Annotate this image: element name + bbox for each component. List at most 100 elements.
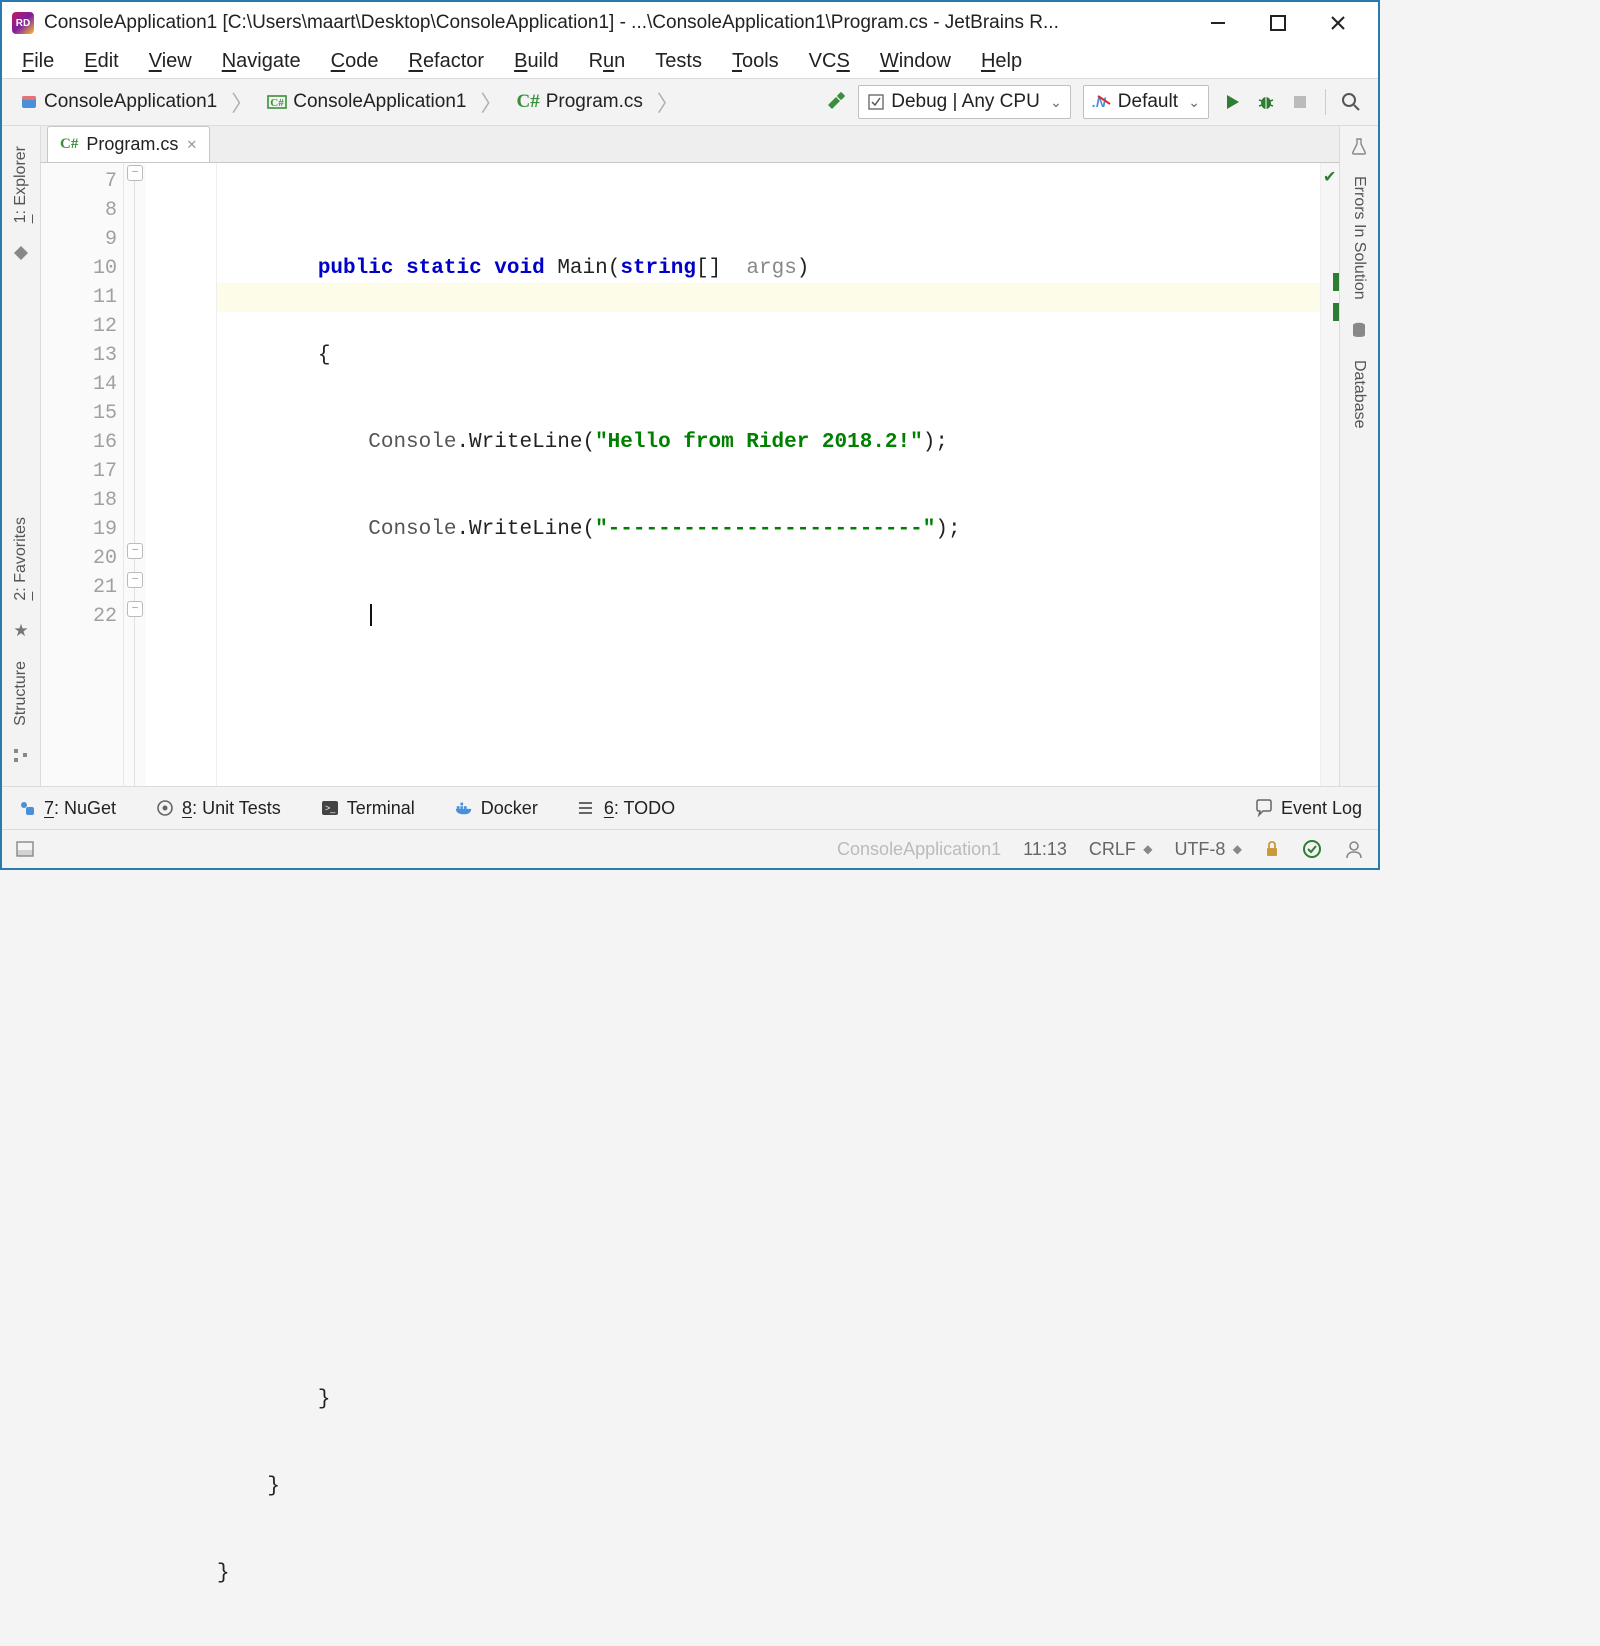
error-stripe[interactable]: ✔ xyxy=(1320,163,1339,786)
minimize-button[interactable] xyxy=(1208,13,1228,33)
run-button[interactable] xyxy=(1215,85,1249,119)
breadcrumb-solution-label: ConsoleApplication1 xyxy=(44,91,217,113)
build-button[interactable] xyxy=(818,85,852,119)
hammer-icon xyxy=(824,91,846,113)
breadcrumb-project-label: ConsoleApplication1 xyxy=(293,91,466,113)
run-target-label: Default xyxy=(1118,91,1178,113)
window-title: ConsoleApplication1 [C:\Users\maart\Desk… xyxy=(44,12,1208,34)
menu-tests[interactable]: Tests xyxy=(641,46,716,77)
menubar: File Edit View Navigate Code Refactor Bu… xyxy=(2,44,1378,79)
explorer-tool-button[interactable]: 1: Explorer xyxy=(12,136,30,233)
csharp-file-icon: C# xyxy=(60,136,78,153)
flask-icon xyxy=(1349,136,1369,156)
csharp-file-icon: C# xyxy=(517,91,540,113)
fold-toggle[interactable]: – xyxy=(127,165,143,181)
line-number: 18 xyxy=(41,486,123,515)
svg-text:C#: C# xyxy=(271,97,285,109)
explorer-icon xyxy=(11,243,31,263)
search-button[interactable] xyxy=(1334,85,1368,119)
breadcrumb-file[interactable]: C# Program.cs xyxy=(509,87,651,117)
database-icon xyxy=(1349,320,1369,340)
line-number: 10 xyxy=(41,254,123,283)
line-number: 12 xyxy=(41,312,123,341)
chevron-down-icon: ⌄ xyxy=(1188,94,1200,111)
menu-file[interactable]: File xyxy=(8,46,68,77)
stop-button[interactable] xyxy=(1283,85,1317,119)
maximize-button[interactable] xyxy=(1268,13,1288,33)
menu-build[interactable]: Build xyxy=(500,46,572,77)
marker[interactable] xyxy=(1333,303,1339,321)
build-config-label: Debug | Any CPU xyxy=(891,91,1040,113)
search-icon xyxy=(1341,92,1361,112)
structure-icon xyxy=(11,746,31,766)
code-area[interactable]: public static void Main(string[] args) {… xyxy=(217,163,1320,786)
fold-toggle[interactable]: – xyxy=(127,543,143,559)
checkmark-icon: ✔ xyxy=(1323,167,1336,187)
menu-vcs[interactable]: VCS xyxy=(795,46,864,77)
line-number: 7 xyxy=(41,167,123,196)
editor-tabs: C# Program.cs ✕ xyxy=(41,126,1339,163)
dude-icon[interactable] xyxy=(1344,839,1364,859)
chevron-right-icon: 〉 xyxy=(231,86,253,118)
csharp-project-icon: C# xyxy=(267,93,287,111)
line-number: 22 xyxy=(41,602,123,631)
breadcrumb-project[interactable]: C# ConsoleApplication1 xyxy=(259,87,474,117)
nuget-tool-button[interactable]: 7: NuGet xyxy=(18,798,116,819)
breadcrumb-file-label: Program.cs xyxy=(546,91,643,113)
menu-help[interactable]: Help xyxy=(967,46,1036,77)
fold-toggle[interactable]: – xyxy=(127,572,143,588)
menu-view[interactable]: View xyxy=(135,46,206,77)
menu-edit[interactable]: Edit xyxy=(70,46,132,77)
statusbar-panels-icon[interactable] xyxy=(16,841,34,857)
line-number: 14 xyxy=(41,370,123,399)
build-config-dropdown[interactable]: Debug | Any CPU ⌄ xyxy=(858,85,1071,119)
stop-icon xyxy=(1292,94,1308,110)
menu-tools[interactable]: Tools xyxy=(718,46,793,77)
editor-body: 1: Explorer 2: Favorites ★ Structure C# … xyxy=(2,126,1378,786)
margin-spacer xyxy=(146,163,217,786)
menu-run[interactable]: Run xyxy=(575,46,640,77)
line-number: 16 xyxy=(41,428,123,457)
breadcrumb: ConsoleApplication1 〉 C# ConsoleApplicat… xyxy=(12,86,681,118)
marker[interactable] xyxy=(1333,273,1339,291)
toolbar: ConsoleApplication1 〉 C# ConsoleApplicat… xyxy=(2,79,1378,126)
menu-navigate[interactable]: Navigate xyxy=(208,46,315,77)
menu-window[interactable]: Window xyxy=(866,46,965,77)
titlebar: RD ConsoleApplication1 [C:\Users\maart\D… xyxy=(2,2,1378,44)
config-icon xyxy=(867,93,885,111)
run-target-dropdown[interactable]: .N Default ⌄ xyxy=(1083,85,1209,119)
left-tool-rail: 1: Explorer 2: Favorites ★ Structure xyxy=(2,126,41,786)
line-number: 8 xyxy=(41,196,123,225)
chevron-right-icon: 〉 xyxy=(657,86,679,118)
breadcrumb-solution[interactable]: ConsoleApplication1 xyxy=(12,87,225,117)
line-number: 13 xyxy=(41,341,123,370)
line-number: 9 xyxy=(41,225,123,254)
favorites-tool-button[interactable]: 2: Favorites xyxy=(12,507,30,611)
window-controls xyxy=(1208,13,1368,33)
fold-toggle[interactable]: – xyxy=(127,601,143,617)
debug-button[interactable] xyxy=(1249,85,1283,119)
database-tool-button[interactable]: Database xyxy=(1350,350,1368,439)
close-tab-icon[interactable]: ✕ xyxy=(186,137,197,153)
fold-gutter: – – – – xyxy=(124,163,146,786)
close-button[interactable] xyxy=(1328,13,1348,33)
chevron-right-icon: 〉 xyxy=(480,86,502,118)
line-number: 17 xyxy=(41,457,123,486)
menu-code[interactable]: Code xyxy=(317,46,393,77)
right-tool-rail: Errors In Solution Database xyxy=(1339,126,1378,786)
errors-tool-button[interactable]: Errors In Solution xyxy=(1350,166,1368,310)
solution-icon xyxy=(20,93,38,111)
tab-program-cs[interactable]: C# Program.cs ✕ xyxy=(47,126,210,162)
star-icon: ★ xyxy=(11,621,31,641)
dotnet-icon: .N xyxy=(1092,94,1112,110)
line-number: 11💡 xyxy=(41,283,123,312)
structure-tool-button[interactable]: Structure xyxy=(12,651,30,736)
line-number: 19 xyxy=(41,515,123,544)
menu-refactor[interactable]: Refactor xyxy=(394,46,498,77)
code-editor[interactable]: 7 8 9 10 11💡 12 13 14 15 16 17 18 19 20 … xyxy=(41,163,1339,786)
line-number-gutter: 7 8 9 10 11💡 12 13 14 15 16 17 18 19 20 … xyxy=(41,163,124,786)
play-icon xyxy=(1223,93,1241,111)
editor-center: C# Program.cs ✕ 7 8 9 10 11💡 12 13 14 15… xyxy=(41,126,1339,786)
chevron-down-icon: ⌄ xyxy=(1050,94,1062,111)
nuget-icon xyxy=(18,799,36,817)
